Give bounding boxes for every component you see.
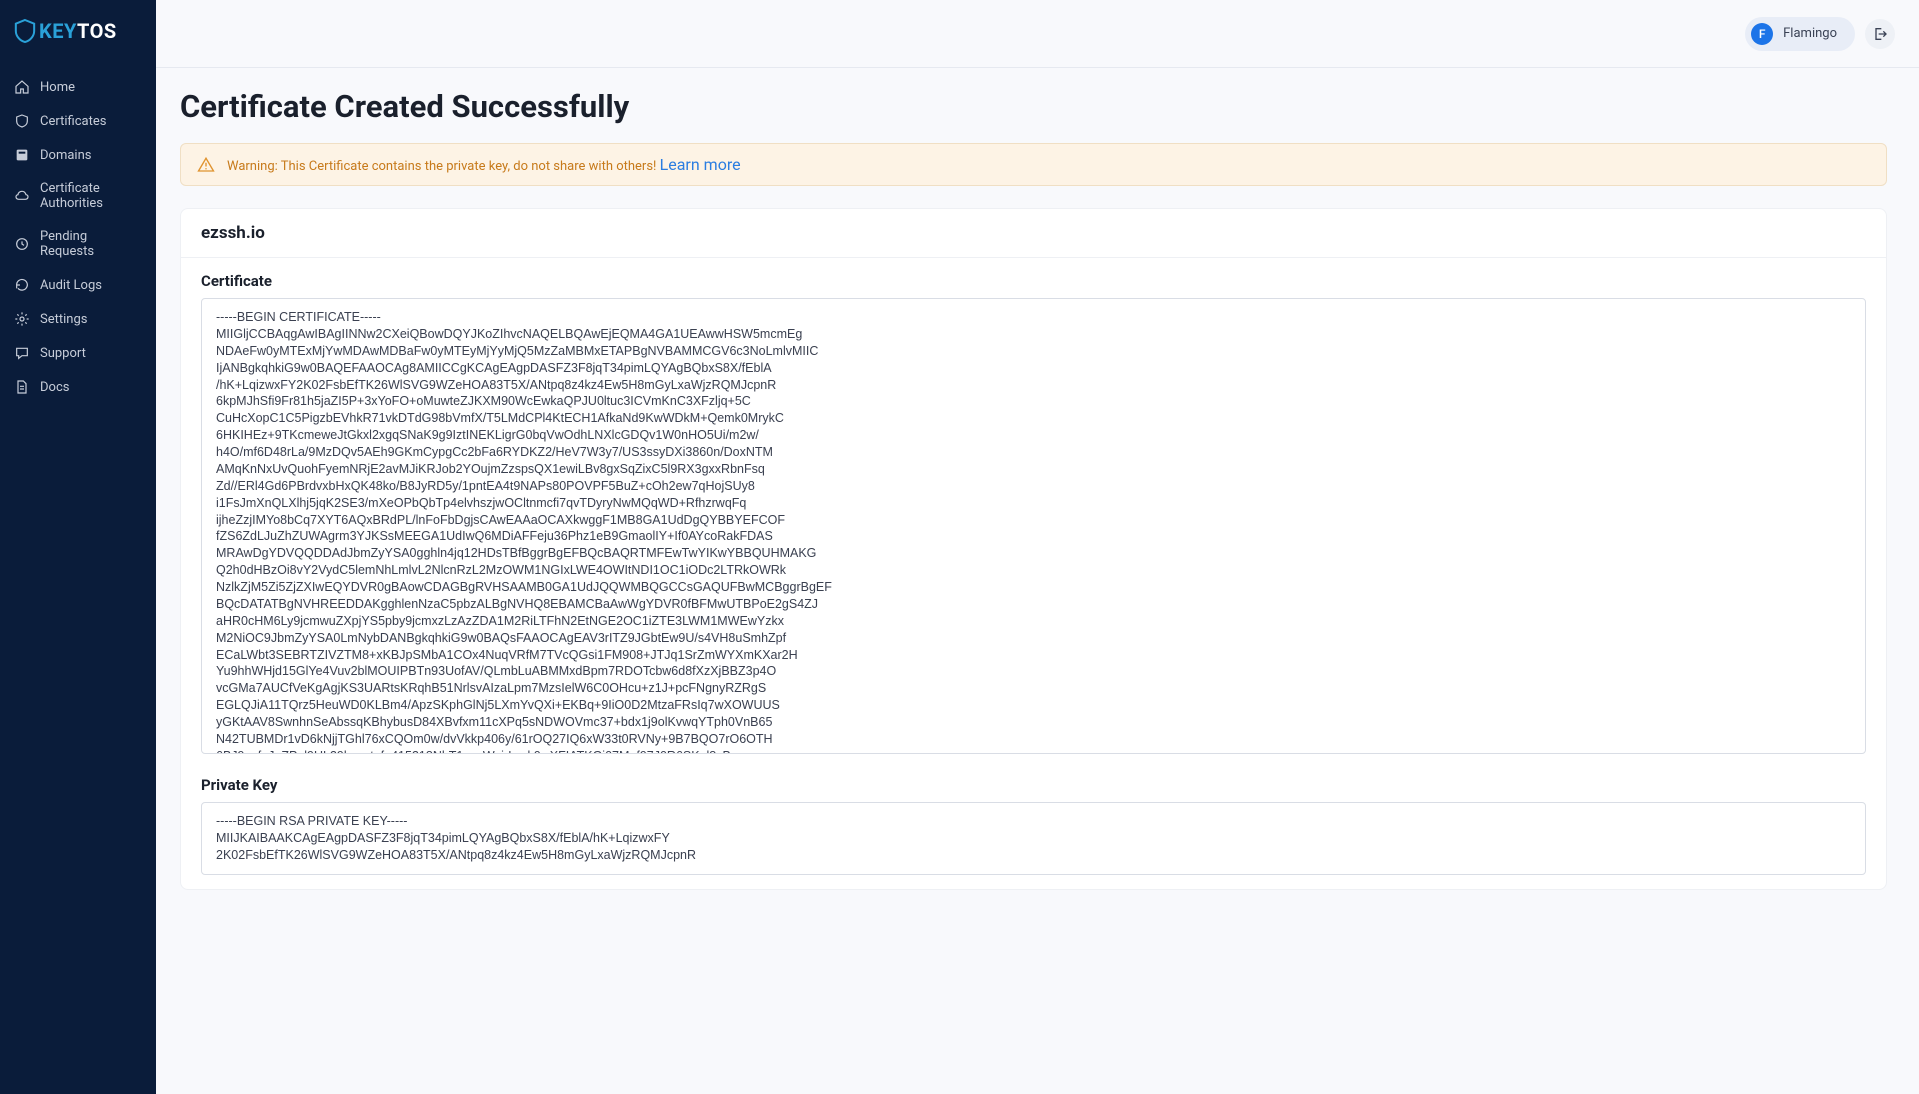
private-key-textbox[interactable]: -----BEGIN RSA PRIVATE KEY----- MIIJKAIB… [201, 802, 1866, 875]
avatar: F [1751, 23, 1773, 45]
nav-docs[interactable]: Docs [0, 370, 156, 404]
logo-tos: TOS [77, 19, 117, 43]
content[interactable]: Certificate Created Successfully Warning… [156, 68, 1919, 1094]
clock-icon [14, 236, 30, 252]
nav-settings[interactable]: Settings [0, 302, 156, 336]
cloud-icon [14, 188, 30, 204]
nav-certificates-label: Certificates [40, 114, 106, 129]
nav-support-label: Support [40, 346, 86, 361]
logo[interactable]: KEYTOS [0, 0, 156, 62]
main: F Flamingo Certificate Created Successfu… [156, 0, 1919, 1094]
private-key-label: Private Key [201, 776, 1866, 794]
nav-domains-label: Domains [40, 148, 91, 163]
certificate-panel: ezssh.io Certificate -----BEGIN CERTIFIC… [180, 208, 1887, 890]
history-icon [14, 277, 30, 293]
sidebar: KEYTOS Home Certificates Domains Certifi… [0, 0, 156, 1094]
shield-icon [14, 18, 36, 44]
warning-text: Warning: This Certificate contains the p… [227, 159, 660, 174]
certificate-textbox[interactable]: -----BEGIN CERTIFICATE----- MIIGljCCBAqg… [201, 298, 1866, 754]
warning-link[interactable]: Learn more [660, 155, 741, 174]
topbar: F Flamingo [156, 0, 1919, 68]
nav-cas[interactable]: Certificate Authorities [0, 172, 156, 220]
document-icon [14, 379, 30, 395]
domain-icon [14, 147, 30, 163]
nav-pending[interactable]: Pending Requests [0, 220, 156, 268]
logout-icon [1872, 26, 1888, 42]
nav-support[interactable]: Support [0, 336, 156, 370]
logout-button[interactable] [1865, 19, 1895, 49]
nav-home-label: Home [40, 80, 75, 95]
chat-icon [14, 345, 30, 361]
nav-domains[interactable]: Domains [0, 138, 156, 172]
nav-docs-label: Docs [40, 380, 69, 395]
nav: Home Certificates Domains Certificate Au… [0, 62, 156, 404]
nav-audit-label: Audit Logs [40, 278, 102, 293]
warning-banner: Warning: This Certificate contains the p… [180, 143, 1887, 186]
home-icon [14, 79, 30, 95]
nav-home[interactable]: Home [0, 70, 156, 104]
page-title: Certificate Created Successfully [180, 88, 1887, 125]
nav-certificates[interactable]: Certificates [0, 104, 156, 138]
nav-cas-label: Certificate Authorities [40, 181, 142, 211]
logo-key: KEY [39, 19, 77, 43]
gear-icon [14, 311, 30, 327]
nav-audit[interactable]: Audit Logs [0, 268, 156, 302]
panel-domain: ezssh.io [181, 209, 1886, 258]
nav-pending-label: Pending Requests [40, 229, 142, 259]
user-menu[interactable]: F Flamingo [1745, 17, 1855, 51]
user-name: Flamingo [1783, 26, 1837, 41]
certificate-label: Certificate [201, 272, 1866, 290]
nav-settings-label: Settings [40, 312, 87, 327]
warning-icon [197, 156, 215, 174]
shield-icon [14, 113, 30, 129]
